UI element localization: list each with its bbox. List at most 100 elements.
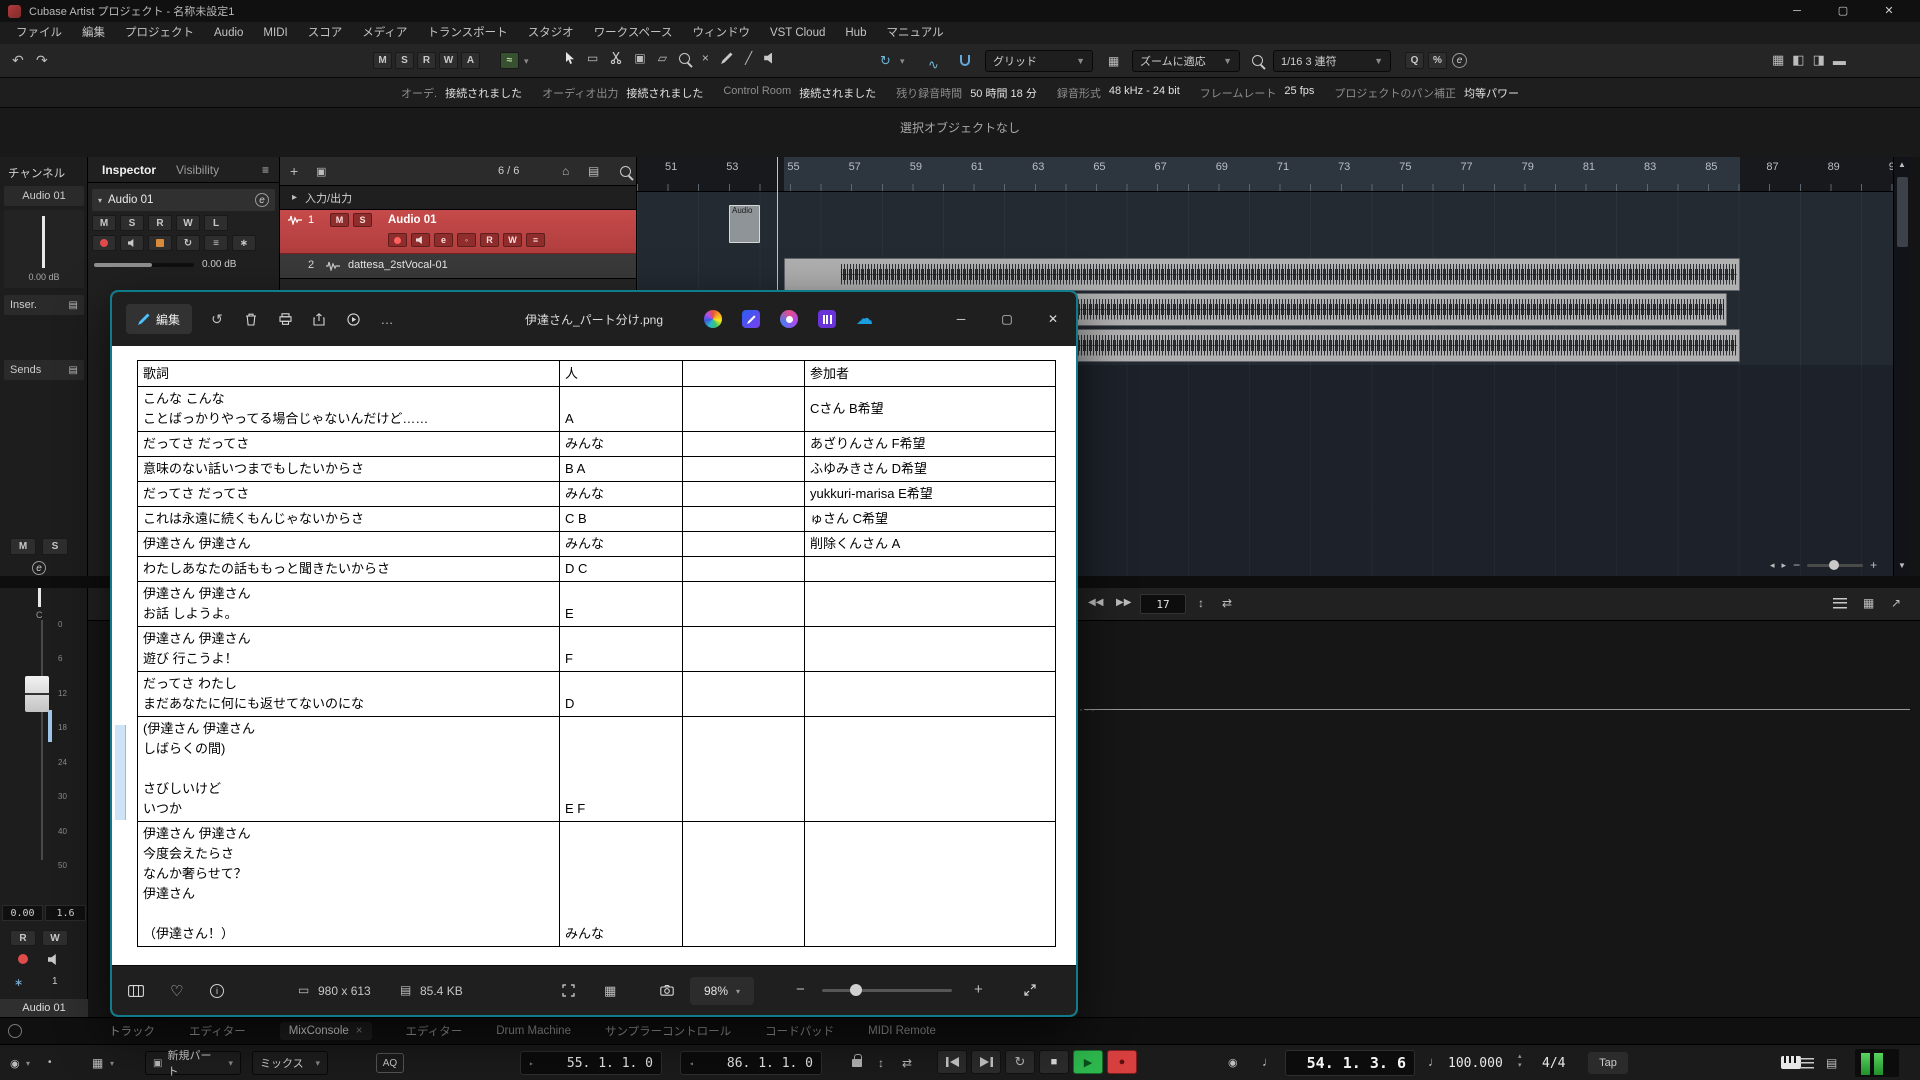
inspector-track-section[interactable]: ▾ Audio 01 e: [92, 189, 275, 211]
tab-midi-remote[interactable]: MIDI Remote: [868, 1025, 936, 1037]
photos-legacy-app-icon[interactable]: [780, 310, 798, 328]
tempo-spinner[interactable]: ▴▾: [1518, 1052, 1522, 1070]
autoscroll-caret-icon[interactable]: ▾: [900, 56, 905, 67]
zoom-in-icon[interactable]: +: [974, 981, 983, 998]
tap-tempo-button[interactable]: Tap: [1588, 1052, 1628, 1074]
designer-app-icon[interactable]: [742, 310, 760, 328]
favorite-heart-icon[interactable]: ♡: [170, 982, 183, 1000]
menu-item[interactable]: ファイル: [6, 22, 72, 44]
automation-star-icon[interactable]: ∗: [14, 976, 23, 989]
insert-cycle-icon[interactable]: ▦: [92, 1056, 103, 1070]
share-icon[interactable]: [302, 313, 336, 326]
range-tool-icon[interactable]: ▭: [587, 51, 598, 65]
time-format-icon[interactable]: ♩: [1262, 1054, 1275, 1069]
search-track-icon[interactable]: [620, 166, 631, 177]
onedrive-cloud-icon[interactable]: ☁: [856, 310, 873, 328]
edit-channel-icon[interactable]: e: [255, 193, 269, 207]
sends-section[interactable]: Sends ▤: [4, 360, 84, 380]
split-tool-icon[interactable]: [610, 52, 622, 64]
fader-slot[interactable]: [41, 620, 43, 860]
maximize-button[interactable]: ▢: [1820, 0, 1866, 22]
scroll-up-icon[interactable]: ▲: [1898, 160, 1906, 169]
menu-item[interactable]: スコア: [298, 22, 353, 44]
auto-follow-button[interactable]: ≈: [500, 52, 519, 69]
mix-dropdown[interactable]: ミックス▾: [252, 1051, 328, 1075]
transport-menu-icon[interactable]: ◉: [10, 1057, 20, 1070]
mixer-divider-line[interactable]: [1084, 709, 1910, 710]
track-solo-button[interactable]: S: [353, 213, 372, 227]
volume-slider[interactable]: [94, 263, 194, 267]
timeline-ruler[interactable]: 5153555759616365676971737577798183858789…: [637, 157, 1893, 192]
erase-tool-icon[interactable]: ▱: [658, 51, 667, 65]
automation-button[interactable]: M: [373, 52, 392, 69]
inspector-state-button[interactable]: R: [148, 215, 172, 231]
zoom-tool-icon[interactable]: [679, 53, 690, 64]
fader-handle[interactable]: [25, 676, 49, 712]
zoom-out-icon[interactable]: −: [796, 981, 805, 998]
layout-zones-icon[interactable]: ▦: [1772, 52, 1784, 68]
track-mute-button[interactable]: M: [330, 213, 349, 227]
glue-tool-icon[interactable]: ▣: [634, 51, 645, 65]
list-icon[interactable]: ▤: [588, 164, 599, 178]
add-track-icon[interactable]: +: [290, 163, 298, 179]
tab-tracks[interactable]: トラック: [109, 1023, 155, 1039]
channel-edit-button[interactable]: e: [32, 561, 46, 575]
go-to-start-button[interactable]: [937, 1050, 967, 1074]
left-locator-display[interactable]: ▸ 55. 1. 1. 0: [520, 1051, 662, 1075]
keyboard-icon[interactable]: [1781, 1056, 1801, 1069]
tab-chord-pads[interactable]: コードパッド: [765, 1023, 834, 1039]
record-enable-icon[interactable]: [18, 954, 28, 964]
library-app-icon[interactable]: [818, 310, 836, 328]
zoom-in-icon[interactable]: +: [1870, 558, 1877, 572]
monitor-button[interactable]: [411, 233, 430, 247]
undo-icon[interactable]: ↶: [12, 52, 24, 69]
layout-left-zone-icon[interactable]: ◧: [1792, 52, 1804, 68]
mini-fader[interactable]: [42, 216, 45, 268]
prev-bank-icon[interactable]: ◀◀: [1088, 597, 1103, 608]
track-name[interactable]: dattesa_2stVocal-01: [348, 259, 448, 271]
slideshow-icon[interactable]: [336, 313, 370, 326]
next-bank-icon[interactable]: ▶▶: [1116, 597, 1131, 608]
home-icon[interactable]: ⌂: [562, 164, 569, 178]
meter-mode-icon[interactable]: ▤: [1826, 1056, 1837, 1070]
track-name[interactable]: Audio 01: [388, 214, 437, 226]
edit-button[interactable]: 編集: [126, 304, 192, 334]
play-button[interactable]: ▶: [1073, 1050, 1103, 1074]
track-preset-icon[interactable]: ▣: [316, 165, 326, 178]
lane-options-button[interactable]: ≡: [526, 233, 545, 247]
position-display[interactable]: 54. 1. 3. 6: [1285, 1050, 1415, 1076]
menu-item[interactable]: MIDI: [253, 22, 297, 44]
inspector-state-button[interactable]: S: [120, 215, 144, 231]
zoom-slider-handle[interactable]: [1829, 560, 1839, 570]
menu-item[interactable]: Audio: [204, 22, 253, 44]
play-tool-icon[interactable]: [764, 53, 776, 64]
grid-type-dropdown[interactable]: グリッド▼: [985, 50, 1093, 72]
lock-icon[interactable]: [852, 1059, 862, 1067]
menu-item[interactable]: プロジェクト: [115, 22, 204, 44]
close-button[interactable]: ✕: [1866, 0, 1912, 22]
tab-editor-2[interactable]: エディター: [406, 1023, 463, 1039]
record-enable-button[interactable]: [388, 233, 407, 247]
freeze-button[interactable]: [148, 235, 172, 251]
insert-mode-dropdown[interactable]: ▣ 新規パート▾: [145, 1051, 241, 1075]
layout-lower-zone-icon[interactable]: ▬: [1833, 53, 1846, 68]
minimize-button[interactable]: ─: [1774, 0, 1820, 22]
mixer-layout-icon[interactable]: ▦: [1863, 596, 1874, 610]
tab-sampler-control[interactable]: サンプラーコントロール: [605, 1023, 731, 1039]
vertical-scrollbar[interactable]: ▲ ▼: [1893, 157, 1910, 576]
menu-item[interactable]: トランスポート: [417, 22, 517, 44]
audio-mini-clip[interactable]: Audio: [729, 205, 760, 243]
punch-record-icon[interactable]: ◉: [1228, 1056, 1238, 1069]
automation-button[interactable]: ∗: [232, 235, 256, 251]
inspector-menu-icon[interactable]: ≡: [262, 163, 279, 177]
mute-tool-icon[interactable]: ×: [702, 51, 709, 65]
more-options-icon[interactable]: …: [370, 312, 404, 327]
tempo-value[interactable]: 100.000: [1448, 1056, 1503, 1071]
scrub-icon[interactable]: ∿: [928, 57, 939, 73]
layout-right-zone-icon[interactable]: ◨: [1813, 52, 1825, 68]
scroll-right-icon[interactable]: ▸: [1782, 560, 1787, 571]
record-button[interactable]: ●: [1107, 1050, 1137, 1074]
redo-icon[interactable]: ↷: [36, 52, 48, 69]
zoom-preset-dropdown[interactable]: ズームに適応▼: [1132, 50, 1240, 72]
swap-locators-icon[interactable]: ⇄: [902, 1056, 912, 1070]
